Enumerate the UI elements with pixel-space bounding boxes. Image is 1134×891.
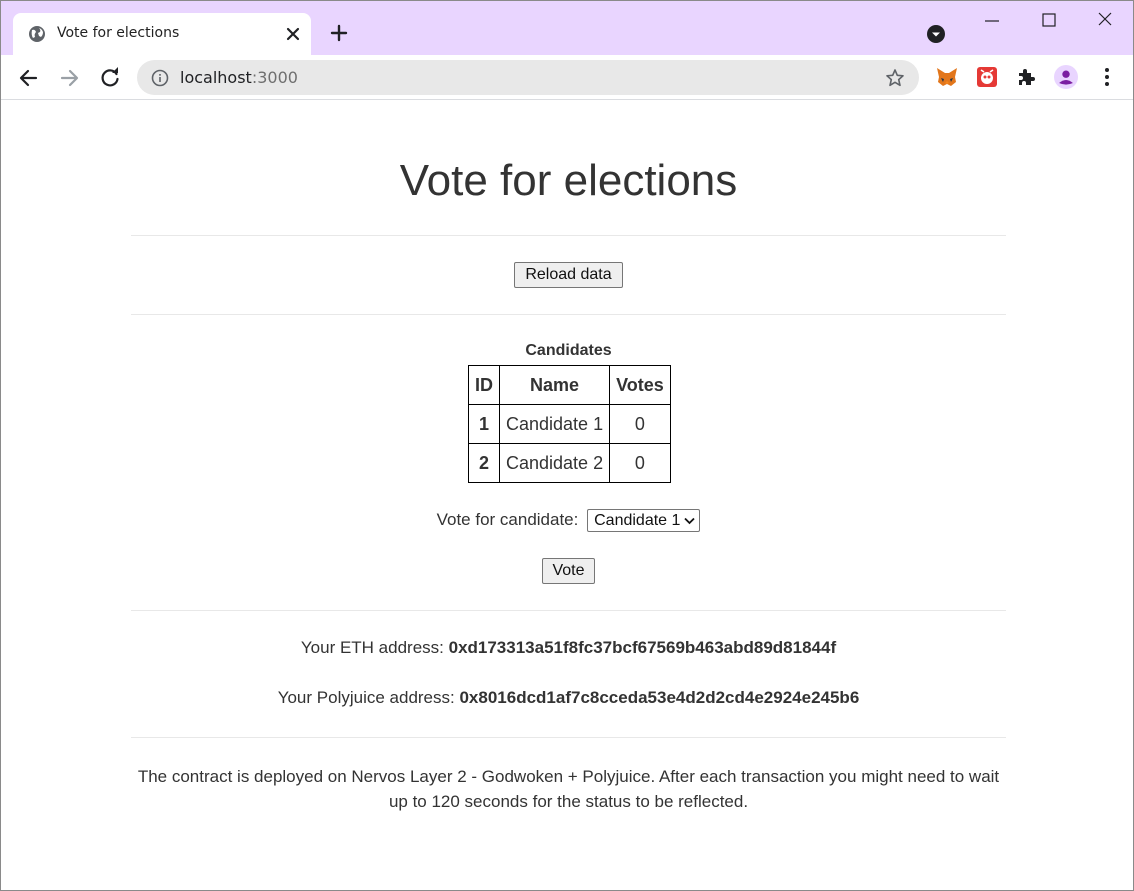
globe-icon	[29, 26, 45, 42]
page-content: Vote for elections Reload data Candidate…	[1, 101, 1133, 890]
url-text: localhost:3000	[180, 68, 298, 87]
profile-avatar-icon[interactable]	[1054, 65, 1078, 89]
table-header-row: ID Name Votes	[468, 365, 671, 405]
column-header-id: ID	[468, 365, 500, 405]
table-row: 2 Candidate 2 0	[468, 443, 671, 483]
polyjuice-address-value: 0x8016dcd1af7c8cceda53e4d2d2cd4e2924e245…	[459, 688, 860, 707]
candidate-select[interactable]: Candidate 1	[587, 509, 701, 532]
eth-address-line: Your ETH address: 0xd173313a51f8fc37bcf6…	[131, 638, 1006, 658]
divider	[131, 610, 1006, 611]
metamask-fox-icon[interactable]	[935, 65, 959, 89]
eth-address-value: 0xd173313a51f8fc37bcf67569b463abd89d8184…	[448, 638, 837, 657]
vote-button[interactable]: Vote	[542, 558, 595, 584]
candidate-votes: 0	[609, 404, 671, 444]
kebab-menu-icon[interactable]	[1095, 65, 1119, 89]
polyjuice-address-line: Your Polyjuice address: 0x8016dcd1af7c8c…	[131, 688, 1006, 708]
puzzle-extensions-icon[interactable]	[1015, 65, 1039, 89]
chevron-down-icon	[684, 517, 696, 525]
polyjuice-address-label: Your Polyjuice address:	[277, 688, 455, 707]
tab-title: Vote for elections	[57, 25, 180, 41]
table-row: 1 Candidate 1 0	[468, 404, 671, 444]
window-close-icon[interactable]	[1091, 7, 1119, 33]
page-title: Vote for elections	[399, 156, 738, 205]
vote-label: Vote for candidate:	[436, 509, 579, 529]
divider	[131, 737, 1006, 738]
reload-icon[interactable]	[97, 65, 123, 91]
maximize-icon[interactable]	[1035, 7, 1063, 33]
address-bar[interactable]: localhost:3000	[137, 60, 919, 95]
tab-strip: Vote for elections	[1, 1, 1133, 55]
table-caption: Candidates	[525, 342, 612, 359]
candidate-name: Candidate 1	[498, 404, 611, 444]
browser-tab[interactable]: Vote for elections	[13, 13, 311, 55]
vote-form: Vote for candidate: Candidate 1	[131, 509, 1006, 532]
back-arrow-icon[interactable]	[16, 65, 42, 91]
minimize-icon[interactable]	[977, 9, 1007, 33]
candidate-id: 1	[468, 404, 500, 444]
browser-window: Vote for elections localhost:3000 Vote f…	[0, 0, 1134, 891]
url-host: localhost	[180, 68, 252, 87]
plus-icon[interactable]	[327, 21, 351, 45]
browser-toolbar: localhost:3000	[1, 55, 1133, 100]
candidate-name: Candidate 2	[498, 443, 611, 483]
divider	[131, 235, 1006, 236]
tab-search-icon[interactable]	[925, 23, 947, 45]
column-header-votes: Votes	[609, 365, 671, 405]
candidates-table: ID Name Votes 1 Candidate 1 0 2 Candidat…	[468, 365, 671, 483]
forward-arrow-icon[interactable]	[56, 65, 82, 91]
deployment-note: The contract is deployed on Nervos Layer…	[137, 767, 1000, 811]
eth-address-label: Your ETH address:	[300, 638, 444, 657]
bookmark-star-icon[interactable]	[885, 68, 905, 88]
divider	[131, 314, 1006, 315]
candidate-id: 2	[468, 443, 500, 483]
candidate-select-value: Candidate 1	[594, 512, 681, 529]
reload-data-button[interactable]: Reload data	[514, 262, 623, 288]
close-icon[interactable]	[283, 24, 303, 44]
info-icon[interactable]	[151, 69, 169, 87]
url-port: :3000	[251, 68, 298, 87]
candidate-votes: 0	[609, 443, 671, 483]
red-extension-icon[interactable]	[975, 65, 999, 89]
column-header-name: Name	[498, 365, 611, 405]
